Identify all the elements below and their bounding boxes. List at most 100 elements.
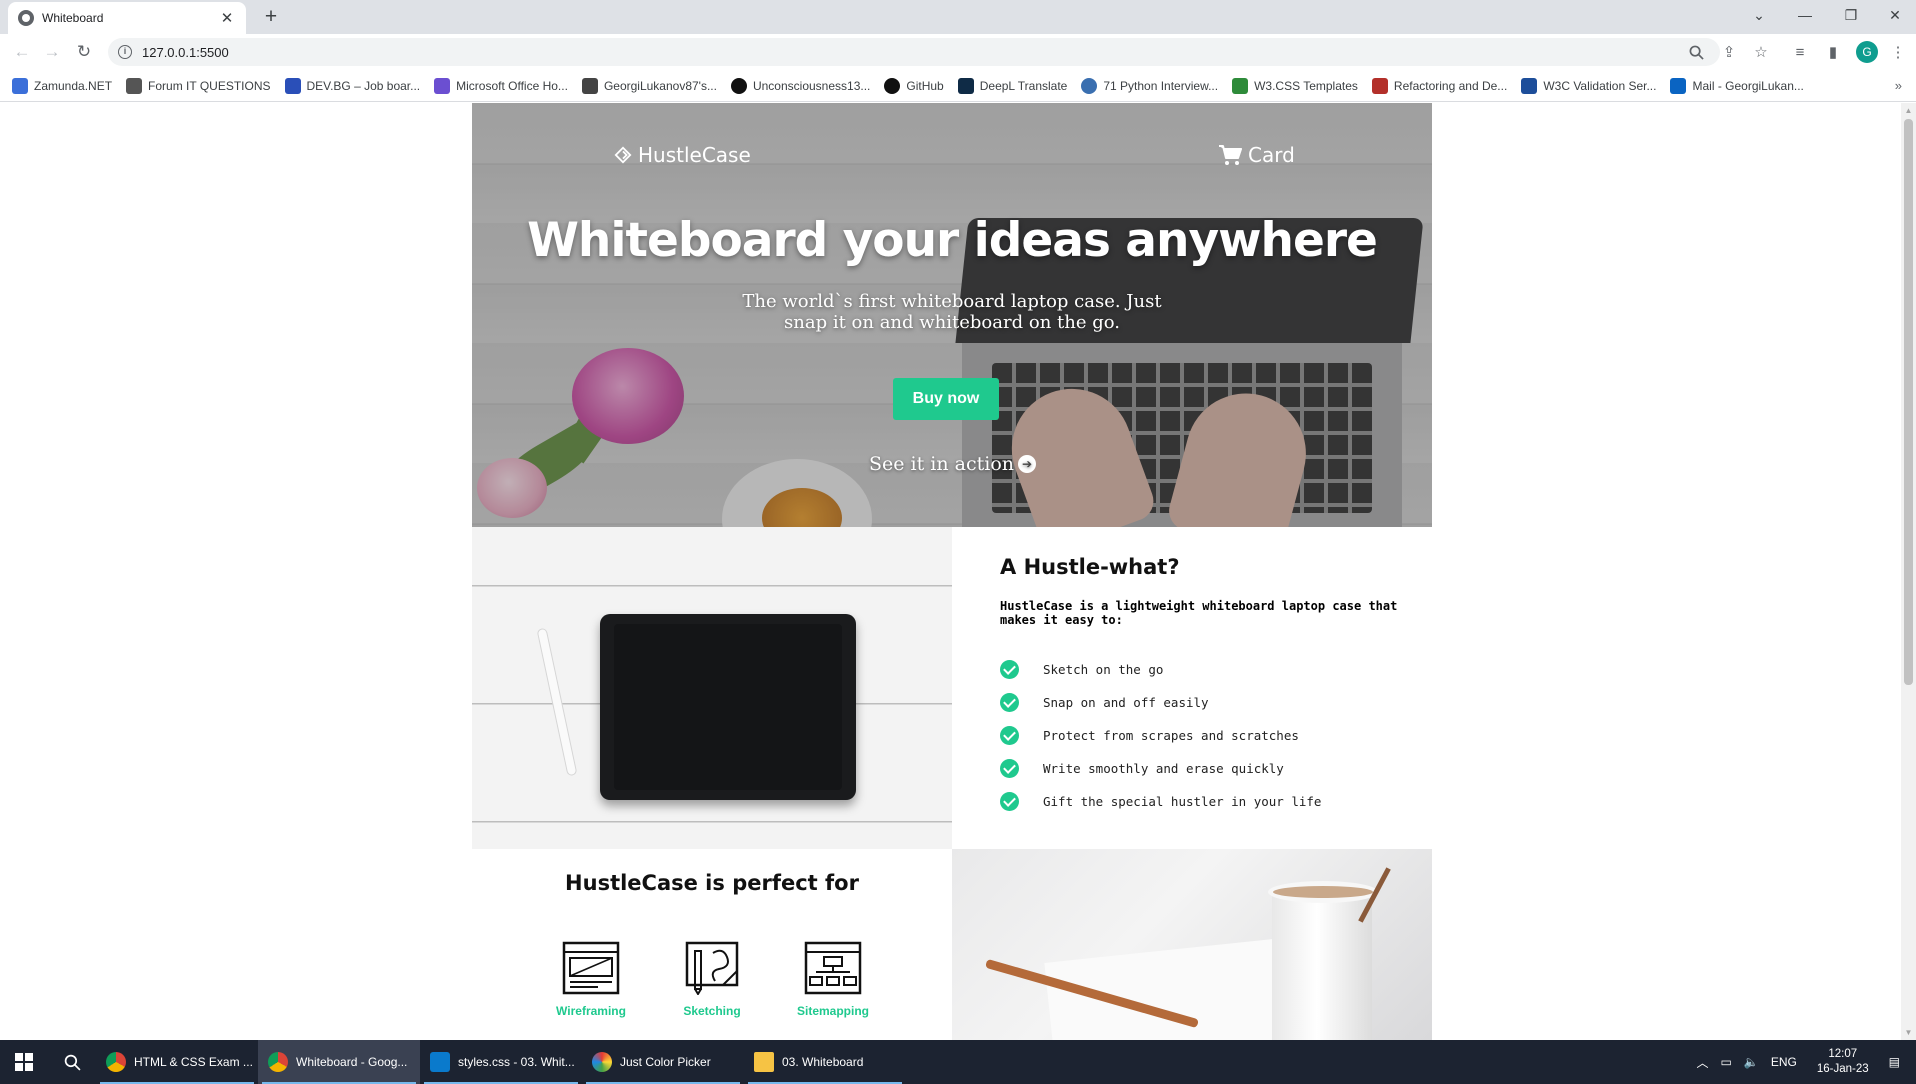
tray-chevron-up-icon[interactable]: ︿ — [1697, 1054, 1709, 1071]
chrome-icon — [268, 1052, 288, 1072]
back-button[interactable]: ← — [10, 40, 34, 64]
bookmark-item[interactable]: Mail - GeorgiLukan... — [1670, 77, 1804, 94]
taskbar-app-vscode[interactable]: styles.css - 03. Whit... — [420, 1040, 582, 1084]
bookmark-item[interactable]: Microsoft Office Ho... — [434, 77, 568, 94]
arrow-right-circle-icon: ➔ — [1018, 455, 1037, 473]
about-section: A Hustle-what? HustleCase is a lightweig… — [952, 527, 1432, 849]
taskbar-app-explorer[interactable]: 03. Whiteboard — [744, 1040, 906, 1084]
taskbar-app-chrome-whiteboard[interactable]: Whiteboard - Goog... — [258, 1040, 420, 1084]
bookmark-item[interactable]: Unconsciousness13... — [730, 77, 870, 94]
site-info-icon[interactable]: i — [118, 45, 132, 59]
bookmark-item[interactable]: DeepL Translate — [957, 77, 1067, 94]
github-icon — [730, 77, 747, 94]
bookmark-item[interactable]: GeorgiLukanov87's... — [581, 77, 717, 94]
windows-taskbar: HTML & CSS Exam ... Whiteboard - Goog...… — [0, 1040, 1916, 1084]
see-it-in-action-link[interactable]: See it in action ➔ — [869, 453, 1037, 475]
tablet-image — [600, 614, 856, 800]
check-circle-icon — [1000, 693, 1019, 712]
brand-name: HustleCase — [638, 143, 751, 167]
restore-button[interactable]: ❐ — [1828, 0, 1874, 30]
feature-label: Wireframing — [556, 1004, 626, 1018]
color-picker-icon — [592, 1052, 612, 1072]
check-circle-icon — [1000, 759, 1019, 778]
coffee-cup-photo — [952, 849, 1432, 1040]
brand-logo[interactable]: HustleCase — [614, 143, 751, 167]
new-tab-button[interactable]: + — [258, 4, 284, 30]
bookmark-item[interactable]: Zamunda.NET — [12, 77, 112, 94]
bookmark-item[interactable]: W3.CSS Templates — [1232, 77, 1358, 94]
bookmark-item[interactable]: Refactoring and De... — [1371, 77, 1507, 94]
zoom-icon[interactable] — [1686, 42, 1706, 62]
bookmark-favicon-icon — [126, 77, 143, 94]
list-item: Sketch on the go — [1000, 653, 1321, 686]
page-scrollbar[interactable]: ▲ ▼ — [1901, 103, 1916, 1040]
notifications-icon[interactable]: ▤ — [1889, 1055, 1900, 1069]
language-indicator[interactable]: ENG — [1771, 1055, 1797, 1069]
side-panel-icon[interactable]: ▮ — [1823, 42, 1843, 62]
buy-now-button[interactable]: Buy now — [893, 378, 999, 420]
system-tray: ︿ ▭ 🔈 ENG 12:07 16-Jan-23 ▤ — [1691, 1040, 1916, 1084]
benefits-list: Sketch on the go Snap on and off easily … — [1000, 653, 1321, 818]
reload-button[interactable]: ↻ — [72, 40, 96, 64]
browser-toolbar: ← → ↻ i 127.0.0.1:5500 ⇪ ☆ ≡ ▮ G ⋮ — [0, 34, 1916, 70]
tab-search-chevron-icon[interactable]: ⌄ — [1736, 0, 1782, 30]
folder-icon — [754, 1052, 774, 1072]
vscode-icon — [430, 1052, 450, 1072]
bookmark-item[interactable]: Forum IT QUESTIONS — [126, 77, 271, 94]
minimize-button[interactable]: — — [1782, 0, 1828, 30]
bookmark-item[interactable]: 71 Python Interview... — [1081, 77, 1218, 94]
globe-icon — [18, 10, 34, 26]
network-icon[interactable]: ▭ — [1721, 1055, 1732, 1069]
close-window-button[interactable]: ✕ — [1872, 0, 1916, 30]
menu-kebab-icon[interactable]: ⋮ — [1888, 42, 1908, 62]
shopping-cart-icon — [1219, 145, 1242, 165]
share-icon[interactable]: ⇪ — [1719, 42, 1739, 62]
url-text: 127.0.0.1:5500 — [142, 44, 229, 60]
check-circle-icon — [1000, 726, 1019, 745]
about-heading: A Hustle-what? — [1000, 555, 1180, 579]
list-item: Gift the special hustler in your life — [1000, 785, 1321, 818]
scroll-up-icon[interactable]: ▲ — [1904, 106, 1913, 115]
diamond-logo-icon — [614, 146, 632, 164]
wireframe-icon — [562, 941, 620, 995]
address-bar[interactable]: i 127.0.0.1:5500 — [108, 38, 1720, 66]
check-circle-icon — [1000, 792, 1019, 811]
feature-label: Sketching — [683, 1004, 741, 1018]
taskbar-app-color-picker[interactable]: Just Color Picker — [582, 1040, 744, 1084]
cup-image — [1272, 889, 1372, 1040]
bookmark-favicon-icon — [581, 77, 598, 94]
forward-button[interactable]: → — [40, 40, 64, 64]
feature-label: Sitemapping — [796, 1004, 869, 1018]
start-button[interactable] — [0, 1040, 48, 1084]
bookmark-item[interactable]: W3C Validation Ser... — [1521, 77, 1656, 94]
cart-label: Card — [1248, 143, 1295, 167]
close-tab-icon[interactable]: ✕ — [218, 9, 236, 27]
hero-subtitle: The world`s first whiteboard laptop case… — [742, 291, 1162, 333]
more-bookmarks-icon[interactable]: » — [1895, 78, 1902, 93]
stylus-image — [536, 627, 578, 777]
tab-title: Whiteboard — [42, 11, 104, 25]
feature-sketching: Sketching — [667, 941, 757, 1018]
cart-link[interactable]: Card — [1218, 143, 1295, 167]
volume-icon[interactable]: 🔈 — [1744, 1055, 1759, 1069]
deepl-icon — [957, 77, 974, 94]
scrollbar-thumb[interactable] — [1904, 119, 1913, 685]
clock-time: 12:07 — [1828, 1048, 1858, 1060]
browser-tab-whiteboard[interactable]: Whiteboard ✕ — [8, 2, 246, 34]
list-item: Snap on and off easily — [1000, 686, 1321, 719]
bookmark-item[interactable]: GitHub — [884, 77, 944, 94]
list-item: Protect from scrapes and scratches — [1000, 719, 1321, 752]
reading-list-icon[interactable]: ≡ — [1790, 42, 1810, 62]
bookmark-favicon-icon — [434, 77, 451, 94]
chrome-icon — [106, 1052, 126, 1072]
profile-avatar[interactable]: G — [1856, 41, 1878, 63]
clock[interactable]: 12:07 16-Jan-23 — [1817, 1047, 1869, 1077]
taskbar-search-icon[interactable] — [48, 1040, 96, 1084]
perfect-for-section: HustleCase is perfect for Wireframing Sk… — [472, 849, 952, 1040]
feature-sitemapping: Sitemapping — [788, 941, 878, 1018]
bookmark-item[interactable]: DEV.BG – Job boar... — [284, 77, 420, 94]
taskbar-app-chrome-exam[interactable]: HTML & CSS Exam ... — [96, 1040, 258, 1084]
bookmark-favicon-icon — [1081, 77, 1098, 94]
bookmark-star-icon[interactable]: ☆ — [1751, 42, 1771, 62]
scroll-down-icon[interactable]: ▼ — [1904, 1028, 1913, 1037]
